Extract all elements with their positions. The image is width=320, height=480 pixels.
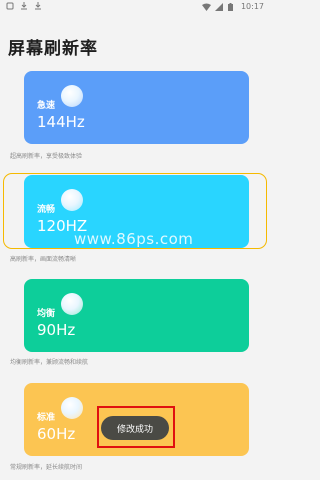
bubble-icon bbox=[61, 397, 83, 419]
mode-label: 均衡 bbox=[37, 309, 56, 319]
battery-icon bbox=[227, 2, 236, 11]
bubble-icon bbox=[61, 293, 83, 315]
signal-icon bbox=[214, 2, 223, 11]
mode-description: 超高刷新率，享受极致体验 bbox=[10, 153, 83, 160]
watermark: www.86ps.com bbox=[74, 230, 194, 248]
bubble-icon bbox=[61, 189, 83, 211]
refresh-rate-value: 60Hz bbox=[37, 425, 76, 443]
mode-label: 流畅 bbox=[37, 205, 56, 215]
page-title: 屏幕刷新率 bbox=[8, 39, 98, 59]
wifi-icon bbox=[201, 3, 211, 11]
download-icon bbox=[20, 2, 28, 10]
download-icon bbox=[34, 2, 42, 10]
status-right-icons: 10:17 bbox=[201, 2, 264, 11]
refresh-rate-value: 90Hz bbox=[37, 321, 76, 339]
bubble-icon bbox=[61, 85, 83, 107]
mode-label: 标准 bbox=[37, 413, 56, 423]
mode-description: 高刷新率，画面流畅清晰 bbox=[10, 256, 77, 263]
mode-label: 急速 bbox=[37, 101, 56, 111]
mode-description: 均衡刷新率，兼顾流畅和续航 bbox=[10, 359, 89, 366]
mode-description: 常规刷新率，延长续航时间 bbox=[10, 464, 83, 471]
status-left-icons bbox=[6, 2, 42, 10]
status-bar: 10:17 bbox=[0, 0, 270, 14]
app-icon bbox=[6, 2, 14, 10]
refresh-rate-value: 144Hz bbox=[37, 113, 85, 131]
status-time: 10:17 bbox=[240, 2, 264, 11]
mode-card-144hz[interactable]: 急速 144Hz bbox=[24, 71, 249, 144]
highlight-box bbox=[97, 406, 175, 448]
mode-card-90hz[interactable]: 均衡 90Hz bbox=[24, 279, 249, 352]
